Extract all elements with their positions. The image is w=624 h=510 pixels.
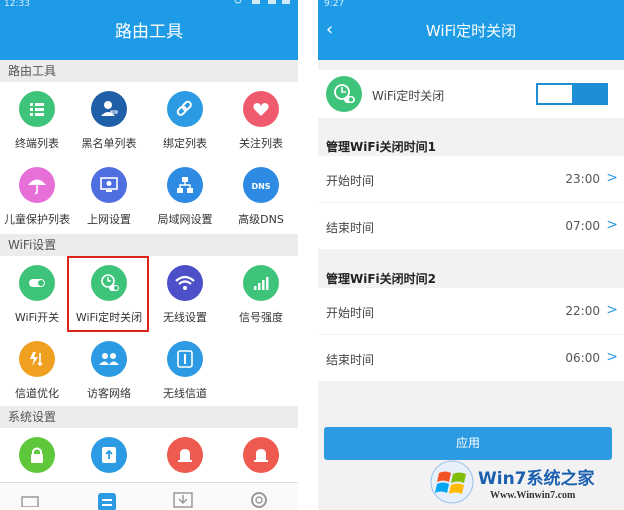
grid-item-signal-bars[interactable]: 信号强度 xyxy=(224,258,298,334)
chevron-right-icon: > xyxy=(606,349,618,365)
grid-item-label: 局域网设置 xyxy=(157,213,213,226)
status-icons xyxy=(232,0,292,8)
svg-text:DNS: DNS xyxy=(251,182,270,191)
chevron-right-icon: > xyxy=(606,217,618,233)
group-title-1: 管理WiFi关闭时间1 xyxy=(326,140,437,154)
grid-item-label: 上网设置 xyxy=(87,213,131,226)
start-time-row-2[interactable]: 开始时间 22:00 > xyxy=(318,288,624,334)
grid-item-dns[interactable]: DNS 高级DNS xyxy=(224,160,298,236)
end-time-label: 结束时间 xyxy=(326,353,375,367)
lock-icon xyxy=(19,437,55,473)
signal-bars-icon xyxy=(243,265,279,301)
clock-toggle-icon xyxy=(326,76,362,112)
grid-item-label: 关注列表 xyxy=(239,137,283,150)
status-time: 9:27 xyxy=(324,0,345,9)
toggle-label: WiFi定时关闭 xyxy=(372,89,445,103)
monitor-gear-icon xyxy=(91,167,127,203)
channel-icon xyxy=(167,341,203,377)
apply-button[interactable]: 应用 xyxy=(324,427,612,460)
watermark: Win7系统之家 Www.Winwin7.com xyxy=(428,458,624,510)
router-tools-grid: 终端列表 黑名单列表 绑定列表 关注列表儿童保护列表 上网设置 局域网设置 DNS 高级DNS xyxy=(0,82,298,234)
grid-item-label: 黑名单列表 xyxy=(81,137,137,150)
wifi-timer-switch[interactable] xyxy=(536,83,608,105)
start-time-label: 开始时间 xyxy=(326,174,375,188)
grid-item-label: 无线信道 xyxy=(163,387,207,400)
grid-item-channel-optimize[interactable]: 信道优化 xyxy=(0,334,74,410)
grid-item-label: 无线设置 xyxy=(163,311,207,324)
header-bar: 12:33 路由工具 xyxy=(0,0,298,60)
highlight-box xyxy=(67,256,149,332)
start-time-value: 22:00 xyxy=(565,304,600,318)
bottom-nav xyxy=(0,482,298,510)
status-time: 12:33 xyxy=(4,0,30,9)
page-title: WiFi定时关闭 xyxy=(425,22,517,40)
grid-item-umbrella[interactable]: 儿童保护列表 xyxy=(0,160,74,236)
dns-icon: DNS xyxy=(243,167,279,203)
network-icon xyxy=(167,167,203,203)
grid-item-label: 高级DNS xyxy=(238,213,284,226)
switch-knob xyxy=(538,85,572,103)
grid-item-channel[interactable]: 无线信道 xyxy=(148,334,222,410)
grid-item-list[interactable]: 终端列表 xyxy=(0,84,74,160)
grid-item-guest-users[interactable]: 访客网络 xyxy=(72,334,146,410)
section-router-tools: 路由工具 xyxy=(0,60,298,82)
chevron-right-icon: > xyxy=(606,170,618,186)
end-time-value: 07:00 xyxy=(565,219,600,233)
end-time-row-1[interactable]: 结束时间 07:00 > xyxy=(318,203,624,249)
wifi-icon xyxy=(167,265,203,301)
nav-settings-icon[interactable] xyxy=(248,489,270,510)
heart-icon xyxy=(243,91,279,127)
nav-home-icon[interactable] xyxy=(20,491,40,507)
windows-logo-icon xyxy=(430,460,474,504)
router-tools-screen: 12:33 路由工具 路由工具 终端列表 黑名单列表 绑定列表 关注列表儿童保护列表上… xyxy=(0,0,298,510)
grid-item-monitor-gear[interactable]: 上网设置 xyxy=(72,160,146,236)
grid-item-network[interactable]: 局域网设置 xyxy=(148,160,222,236)
upgrade-icon xyxy=(91,437,127,473)
wifi-settings-grid: WiFi开关 WiFi定时关闭 无线设置 信号强度 信道优化 访客网络 无线信道 xyxy=(0,256,298,406)
umbrella-icon xyxy=(19,167,55,203)
grid-item-blacklist-user[interactable]: 黑名单列表 xyxy=(72,84,146,160)
start-time-row-1[interactable]: 开始时间 23:00 > xyxy=(318,156,624,202)
nav-download-icon[interactable] xyxy=(172,489,194,509)
grid-item-link[interactable]: 绑定列表 xyxy=(148,84,222,160)
start-time-value: 23:00 xyxy=(565,172,600,186)
end-time-label: 结束时间 xyxy=(326,221,375,235)
link-icon xyxy=(167,91,203,127)
bell-icon xyxy=(167,437,203,473)
chevron-right-icon: > xyxy=(606,302,618,318)
wifi-timer-screen: 9:27 ‹ WiFi定时关闭 WiFi定时关闭 管理WiFi关闭时间1 开始时… xyxy=(318,0,624,510)
watermark-url: Www.Winwin7.com xyxy=(490,490,576,501)
group-title-2: 管理WiFi关闭时间2 xyxy=(326,272,437,286)
guest-users-icon xyxy=(91,341,127,377)
watermark-name: Win7系统之家 xyxy=(478,469,595,489)
system-settings-grid: 管理密码固件升级新固件提醒关注固件提醒 xyxy=(0,428,298,496)
channel-optimize-icon xyxy=(19,341,55,377)
section-system-settings: 系统设置 xyxy=(0,406,298,428)
grid-item-label: 信号强度 xyxy=(239,311,283,324)
nav-tools-icon[interactable] xyxy=(96,489,118,510)
grid-item-wifi[interactable]: 无线设置 xyxy=(148,258,222,334)
grid-item-label: 绑定列表 xyxy=(163,137,207,150)
header-bar: 9:27 ‹ WiFi定时关闭 xyxy=(318,0,624,60)
end-time-row-2[interactable]: 结束时间 06:00 > xyxy=(318,335,624,381)
section-wifi-settings: WiFi设置 xyxy=(0,234,298,256)
list-icon xyxy=(19,91,55,127)
grid-item-heart[interactable]: 关注列表 xyxy=(224,84,298,160)
grid-item-label: 访客网络 xyxy=(87,387,131,400)
grid-item-toggle[interactable]: WiFi开关 xyxy=(0,258,74,334)
blacklist-user-icon xyxy=(91,91,127,127)
start-time-label: 开始时间 xyxy=(326,306,375,320)
end-time-value: 06:00 xyxy=(565,351,600,365)
bell-heart-icon xyxy=(243,437,279,473)
toggle-icon xyxy=(19,265,55,301)
page-title: 路由工具 xyxy=(115,22,183,42)
